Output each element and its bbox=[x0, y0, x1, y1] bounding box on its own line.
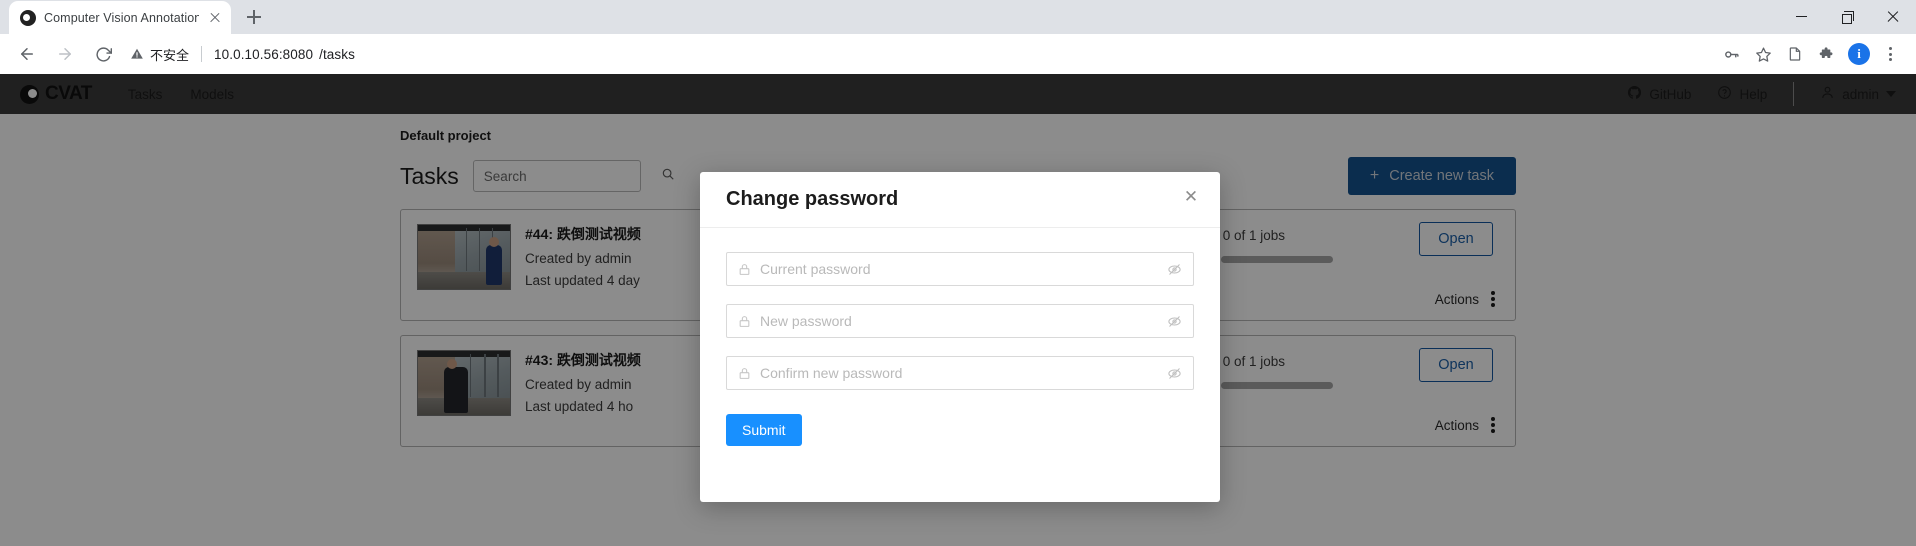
submit-button[interactable]: Submit bbox=[726, 414, 802, 446]
window-controls bbox=[1778, 0, 1916, 33]
window-close-button[interactable] bbox=[1870, 0, 1916, 33]
eye-invisible-icon[interactable] bbox=[1167, 366, 1182, 381]
url-path: /tasks bbox=[319, 46, 355, 62]
kebab-menu-icon[interactable] bbox=[1876, 39, 1906, 69]
window-maximize-button[interactable] bbox=[1824, 0, 1870, 33]
lock-icon bbox=[738, 367, 751, 380]
toolbar-icon-group: i bbox=[1716, 39, 1906, 69]
change-password-modal: Change password ✕ Current password New p… bbox=[700, 172, 1220, 502]
profile-avatar[interactable]: i bbox=[1844, 39, 1874, 69]
forward-arrow-icon[interactable] bbox=[50, 39, 80, 69]
avatar-initial: i bbox=[1848, 43, 1870, 65]
confirm-password-field[interactable] bbox=[726, 356, 1194, 390]
omnibox-divider bbox=[201, 46, 203, 62]
url-host: 10.0.10.56:8080 bbox=[214, 46, 314, 62]
extensions-puzzle-icon[interactable] bbox=[1812, 39, 1842, 69]
lock-icon bbox=[738, 263, 751, 276]
security-label: 不安全 bbox=[150, 47, 190, 63]
tab-strip: Computer Vision Annotation T bbox=[0, 0, 1916, 34]
current-password-field[interactable] bbox=[726, 252, 1194, 286]
new-password-field[interactable] bbox=[726, 304, 1194, 338]
cvat-favicon-icon bbox=[20, 9, 36, 26]
new-password-input[interactable] bbox=[760, 313, 1167, 329]
eye-invisible-icon[interactable] bbox=[1167, 262, 1182, 277]
tab-close-icon[interactable] bbox=[207, 10, 223, 26]
browser-window: Computer Vision Annotation T 不安全 10.0.10… bbox=[0, 0, 1916, 546]
browser-tab[interactable]: Computer Vision Annotation T bbox=[9, 1, 231, 34]
browser-toolbar: 不安全 10.0.10.56:8080 /tasks i bbox=[0, 34, 1916, 74]
confirm-password-input[interactable] bbox=[760, 365, 1167, 381]
reading-list-icon[interactable] bbox=[1780, 39, 1810, 69]
address-bar[interactable]: 不安全 10.0.10.56:8080 /tasks bbox=[130, 40, 1716, 68]
reload-icon[interactable] bbox=[88, 39, 118, 69]
modal-close-icon[interactable]: ✕ bbox=[1180, 186, 1202, 208]
current-password-input[interactable] bbox=[760, 261, 1167, 277]
modal-title: Change password bbox=[726, 188, 899, 210]
back-arrow-icon[interactable] bbox=[12, 39, 42, 69]
new-tab-button[interactable] bbox=[240, 3, 268, 31]
modal-body: Submit bbox=[700, 228, 1220, 446]
eye-invisible-icon[interactable] bbox=[1167, 314, 1182, 329]
modal-header: Change password ✕ bbox=[700, 172, 1220, 228]
warning-triangle-icon bbox=[130, 47, 144, 61]
tab-title: Computer Vision Annotation T bbox=[44, 10, 199, 25]
star-icon[interactable] bbox=[1748, 39, 1778, 69]
key-icon[interactable] bbox=[1716, 39, 1746, 69]
lock-icon bbox=[738, 315, 751, 328]
window-minimize-button[interactable] bbox=[1778, 0, 1824, 33]
cvat-page: CVAT Tasks Models GitHub Help admin Defa… bbox=[0, 74, 1916, 546]
